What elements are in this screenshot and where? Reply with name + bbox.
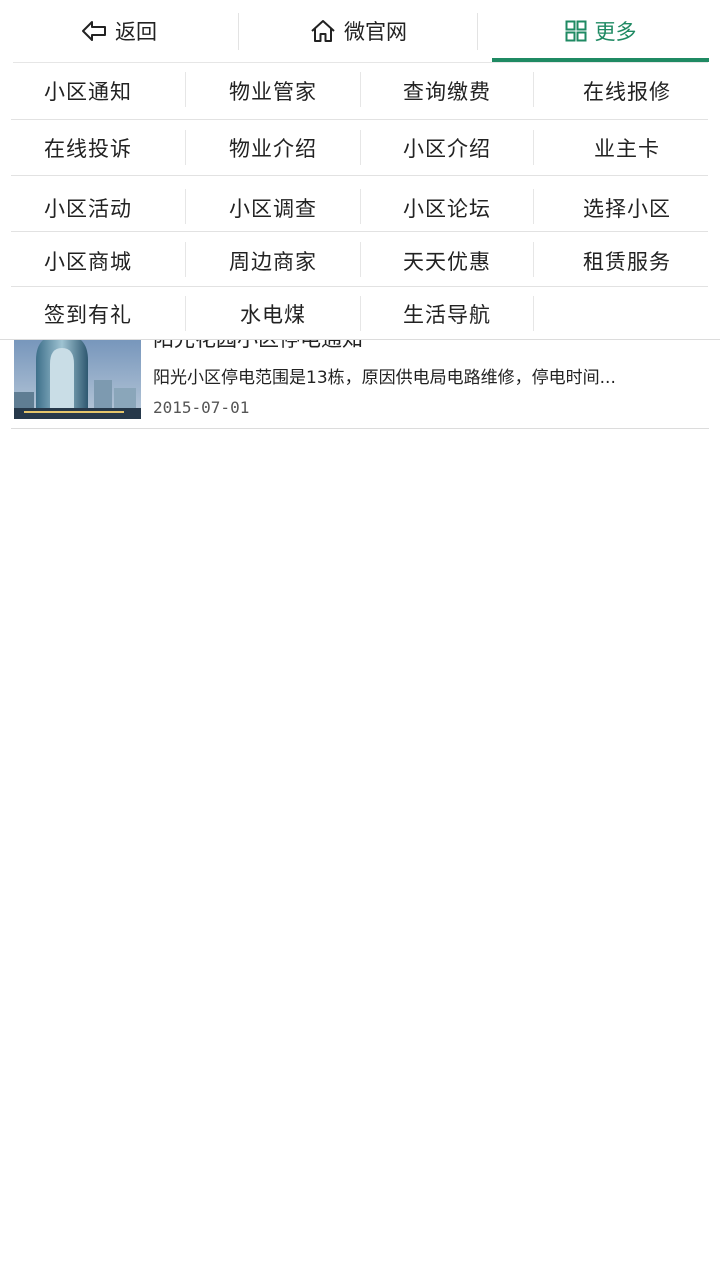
menu-item-daily-deals[interactable]: 天天优惠	[361, 235, 533, 287]
menu-item-owner-card[interactable]: 业主卡	[534, 120, 720, 176]
tab-divider	[238, 13, 239, 50]
menu-item-forum[interactable]: 小区论坛	[361, 181, 533, 235]
more-label: 更多	[594, 20, 637, 44]
news-date: 2015-07-01	[153, 398, 250, 417]
menu-item-mall[interactable]: 小区商城	[0, 235, 176, 287]
menu-item-utilities[interactable]: 水电煤	[186, 288, 360, 340]
divider	[11, 286, 708, 287]
menu-row: 在线投诉 物业介绍 小区介绍 业主卡	[0, 120, 720, 176]
menu-item-query-payment[interactable]: 查询缴费	[361, 63, 533, 119]
home-icon	[310, 19, 336, 43]
more-menu: 小区通知 物业管家 查询缴费 在线报修 在线投诉 物业介绍 小区介绍 业主卡 小…	[0, 63, 720, 340]
menu-row: 签到有礼 水电煤 生活导航	[0, 288, 720, 340]
news-thumbnail	[14, 330, 141, 419]
tab-divider	[477, 13, 478, 50]
tab-more[interactable]: 更多	[492, 0, 709, 62]
divider	[11, 231, 708, 232]
menu-item-online-repair[interactable]: 在线报修	[534, 63, 720, 119]
menu-item-activities[interactable]: 小区活动	[0, 181, 176, 235]
menu-row: 小区商城 周边商家 天天优惠 租赁服务	[0, 235, 720, 287]
tab-home[interactable]: 微官网	[240, 0, 477, 62]
top-navigation: 返回 微官网 更多	[0, 0, 720, 64]
menu-item-select-community[interactable]: 选择小区	[534, 181, 720, 235]
menu-item-complaint[interactable]: 在线投诉	[0, 120, 176, 176]
menu-row: 小区活动 小区调查 小区论坛 选择小区	[0, 181, 720, 235]
menu-item-nearby-merchants[interactable]: 周边商家	[186, 235, 360, 287]
page: 阳光花园小区停电通知 阳光小区停电范围是13栋，原因供电局电路维修，停电时间..…	[0, 0, 720, 1280]
menu-item-life-guide[interactable]: 生活导航	[361, 288, 533, 340]
menu-row: 小区通知 物业管家 查询缴费 在线报修	[0, 63, 720, 119]
back-button[interactable]: 返回	[0, 0, 238, 62]
menu-item-rental[interactable]: 租赁服务	[534, 235, 720, 287]
menu-item-empty	[534, 288, 720, 340]
menu-item-property-intro[interactable]: 物业介绍	[186, 120, 360, 176]
menu-item-property-butler[interactable]: 物业管家	[186, 63, 360, 119]
divider	[11, 175, 708, 176]
back-arrow-icon	[81, 20, 107, 42]
menu-item-community-intro[interactable]: 小区介绍	[361, 120, 533, 176]
grid-icon	[565, 20, 587, 42]
home-label: 微官网	[344, 20, 407, 44]
menu-item-notices[interactable]: 小区通知	[0, 63, 176, 119]
building-photo-icon	[14, 330, 141, 419]
menu-item-check-in[interactable]: 签到有礼	[0, 288, 176, 340]
menu-item-survey[interactable]: 小区调查	[186, 181, 360, 235]
news-summary: 阳光小区停电范围是13栋，原因供电局电路维修，停电时间...	[153, 368, 616, 388]
back-label: 返回	[115, 20, 157, 44]
